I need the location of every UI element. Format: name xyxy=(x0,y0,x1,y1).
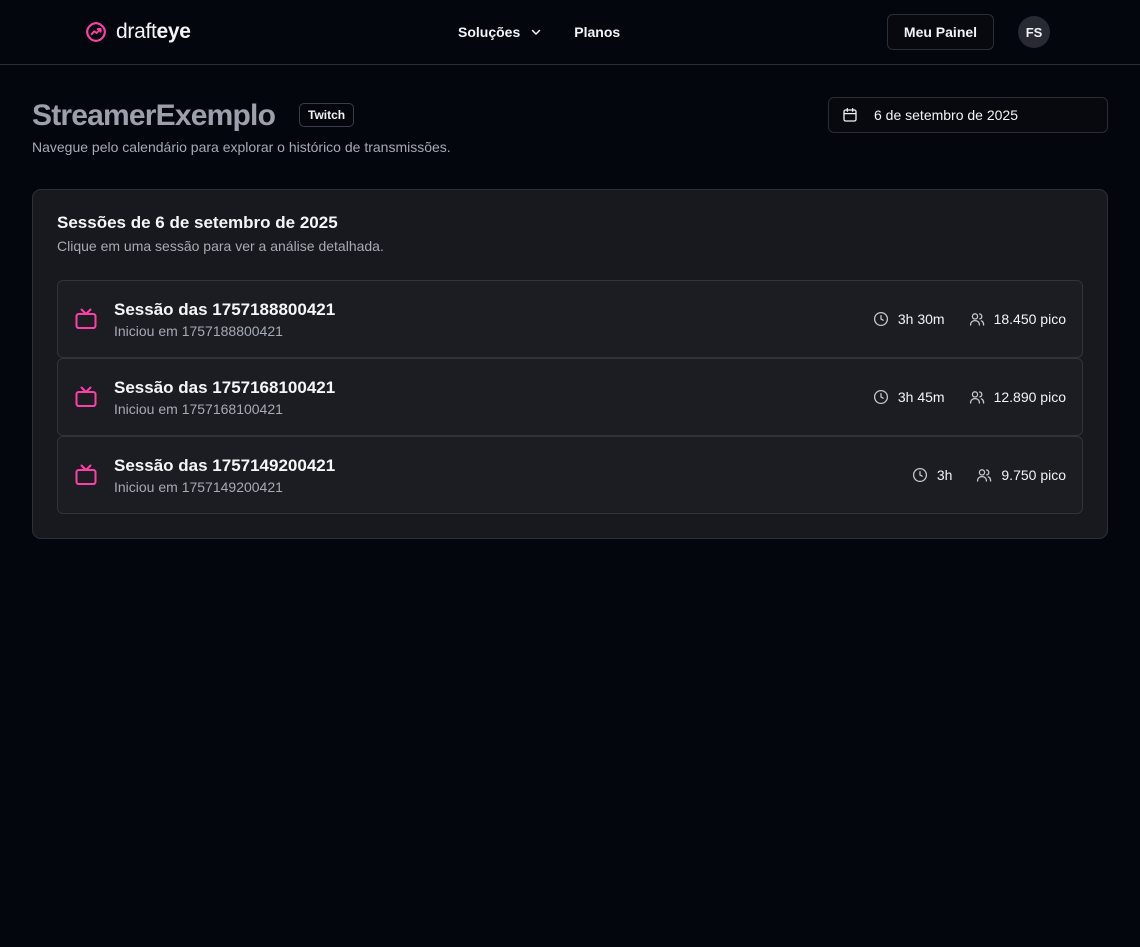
tv-icon xyxy=(74,307,98,331)
sessions-card-description: Clique em uma sessão para ver a análise … xyxy=(57,238,384,254)
brand-name-light: draft xyxy=(116,20,157,43)
session-item[interactable]: Sessão das 1757188800421 Iniciou em 1757… xyxy=(57,280,1083,358)
session-peak-value: 9.750 pico xyxy=(1001,467,1066,483)
session-duration-value: 3h 45m xyxy=(897,389,945,405)
clock-icon xyxy=(873,311,889,327)
session-stats: 3h 45m 12.890 pico xyxy=(873,359,1066,435)
brand-name: drafteye xyxy=(116,20,191,44)
session-duration: 3h xyxy=(912,467,953,483)
sessions-card-title: Sessões de 6 de setembro de 2025 xyxy=(57,213,338,232)
users-icon xyxy=(969,389,985,405)
nav-solucoes[interactable]: Soluções xyxy=(458,24,542,40)
session-start: Iniciou em 1757149200421 xyxy=(114,479,283,495)
meu-painel-button[interactable]: Meu Painel xyxy=(887,14,994,50)
page-title: StreamerExemplo xyxy=(32,99,276,132)
tv-icon xyxy=(74,385,98,409)
chart-trend-icon xyxy=(84,20,108,44)
tv-icon xyxy=(74,463,98,487)
clock-icon xyxy=(912,467,928,483)
page-subtitle: Navegue pelo calendário para explorar o … xyxy=(32,139,451,155)
users-icon xyxy=(969,311,985,327)
brand-logo[interactable]: drafteye xyxy=(84,20,191,44)
session-duration-value: 3h 30m xyxy=(897,311,945,327)
main-nav: Soluções Planos xyxy=(458,20,620,44)
session-item[interactable]: Sessão das 1757149200421 Iniciou em 1757… xyxy=(57,436,1083,514)
session-duration: 3h 45m xyxy=(873,389,945,405)
session-peak-viewers: 12.890 pico xyxy=(969,389,1066,405)
session-start: Iniciou em 1757168100421 xyxy=(114,401,283,417)
session-peak-value: 18.450 pico xyxy=(993,311,1066,327)
nav-planos[interactable]: Planos xyxy=(574,24,620,40)
nav-solucoes-label: Soluções xyxy=(458,24,521,40)
session-stats: 3h 9.750 pico xyxy=(912,437,1066,513)
session-start: Iniciou em 1757188800421 xyxy=(114,323,283,339)
brand-name-bold: eye xyxy=(156,20,191,43)
session-peak-viewers: 18.450 pico xyxy=(969,311,1066,327)
top-navigation: drafteye Soluções Planos Meu Painel FS xyxy=(0,0,1140,65)
session-stats: 3h 30m 18.450 pico xyxy=(873,281,1066,357)
date-picker[interactable]: 6 de setembro de 2025 xyxy=(828,97,1108,133)
session-peak-value: 12.890 pico xyxy=(993,389,1066,405)
session-item[interactable]: Sessão das 1757168100421 Iniciou em 1757… xyxy=(57,358,1083,436)
nav-planos-label: Planos xyxy=(574,24,621,40)
selected-date: 6 de setembro de 2025 xyxy=(874,107,1018,123)
session-title: Sessão das 1757149200421 xyxy=(114,456,336,475)
session-peak-viewers: 9.750 pico xyxy=(976,467,1066,483)
platform-badge: Twitch xyxy=(299,103,355,127)
session-duration-value: 3h xyxy=(936,467,953,483)
session-title: Sessão das 1757168100421 xyxy=(114,378,336,397)
users-icon xyxy=(976,467,992,483)
sessions-card: Sessões de 6 de setembro de 2025 Clique … xyxy=(32,189,1108,539)
clock-icon xyxy=(873,389,889,405)
calendar-icon xyxy=(842,107,858,123)
session-title: Sessão das 1757188800421 xyxy=(114,300,336,319)
avatar[interactable]: FS xyxy=(1018,16,1050,48)
session-duration: 3h 30m xyxy=(873,311,945,327)
chevron-down-icon xyxy=(530,26,542,38)
session-list: Sessão das 1757188800421 Iniciou em 1757… xyxy=(57,280,1083,514)
